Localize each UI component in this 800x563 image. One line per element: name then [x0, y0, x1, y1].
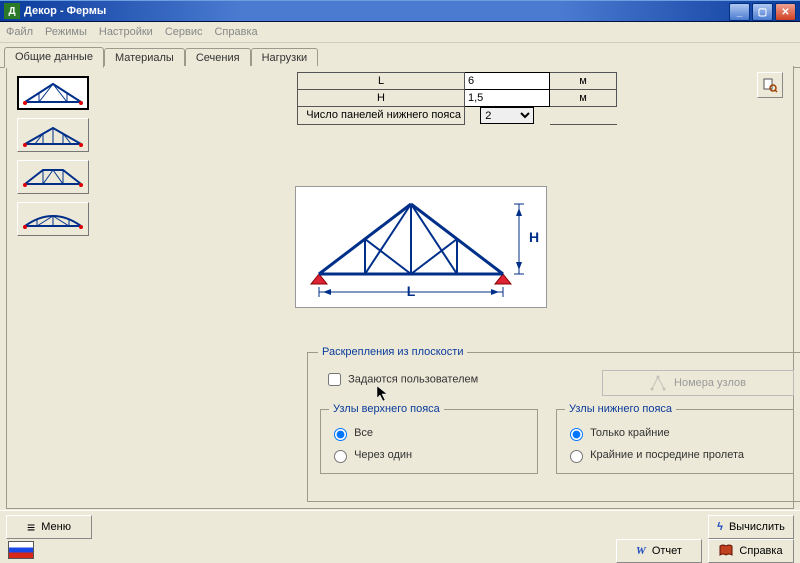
word-icon: W	[636, 545, 646, 557]
top-all-option[interactable]: Все	[329, 425, 529, 441]
truss-type-1[interactable]	[17, 76, 89, 110]
language-flag-ru[interactable]	[8, 541, 34, 559]
top-every-other-label: Через один	[354, 449, 412, 461]
top-all-label: Все	[354, 427, 373, 439]
menu-button-label: Меню	[41, 521, 71, 533]
window-title: Декор - Фермы	[24, 5, 106, 17]
param-h-unit: м	[550, 90, 617, 107]
svg-text:L: L	[407, 283, 416, 299]
help-button[interactable]: Справка	[708, 539, 794, 563]
preview-button[interactable]	[757, 72, 783, 98]
top-every-other-radio[interactable]	[334, 450, 347, 463]
param-l-label: L	[298, 73, 465, 90]
magnify-icon	[762, 77, 778, 93]
app-icon: Д	[4, 3, 20, 19]
menu-bar: Файл Режимы Настройки Сервис Справка	[0, 22, 800, 43]
top-chord-group: Узлы верхнего пояса Все Через один	[320, 403, 538, 474]
hamburger-icon: ≡	[27, 519, 35, 535]
truss-thumb-icon	[21, 80, 85, 106]
truss-thumb-icon	[21, 206, 85, 232]
truss-type-4[interactable]	[17, 202, 89, 236]
tab-materials[interactable]: Материалы	[104, 48, 185, 68]
user-defined-checkbox[interactable]	[328, 373, 341, 386]
node-numbers-label: Номера узлов	[674, 377, 746, 389]
report-button[interactable]: W Отчет	[616, 539, 702, 563]
param-l-unit: м	[550, 73, 617, 90]
book-icon	[719, 543, 733, 560]
bottom-edge-radio[interactable]	[570, 428, 583, 441]
truss-type-list	[17, 76, 92, 244]
compute-button[interactable]: ϟ Вычислить	[708, 515, 794, 539]
truss-diagram: L H	[295, 186, 547, 308]
menu-button[interactable]: ≡ Меню	[6, 515, 92, 539]
menu-settings[interactable]: Настройки	[99, 26, 153, 38]
user-defined-label: Задаются пользователем	[348, 373, 478, 385]
tab-loads[interactable]: Нагрузки	[251, 48, 319, 68]
work-area: L 6 м H 1,5 м Число панелей нижнего пояс…	[6, 66, 794, 509]
truss-thumb-icon	[21, 122, 85, 148]
bottom-edge-mid-label: Крайние и посредине пролета	[590, 449, 744, 461]
report-label: Отчет	[652, 545, 682, 557]
menu-help[interactable]: Справка	[214, 26, 257, 38]
truss-type-2[interactable]	[17, 118, 89, 152]
close-button[interactable]: ✕	[775, 3, 796, 21]
minimize-button[interactable]: _	[729, 3, 750, 21]
bracing-legend: Раскрепления из плоскости	[318, 346, 467, 358]
nodes-icon	[650, 375, 666, 391]
bracing-group: Раскрепления из плоскости Задаются польз…	[307, 346, 800, 502]
help-label: Справка	[739, 545, 782, 557]
tab-general[interactable]: Общие данные	[4, 47, 104, 68]
window-titlebar: Д Декор - Фермы _ ▢ ✕	[0, 0, 800, 22]
top-every-other-option[interactable]: Через один	[329, 447, 529, 463]
bottom-edge-label: Только крайние	[590, 427, 670, 439]
bottom-edge-option[interactable]: Только крайние	[565, 425, 785, 441]
param-h-value[interactable]: 1,5	[465, 90, 550, 107]
top-chord-legend: Узлы верхнего пояса	[329, 403, 444, 415]
maximize-button[interactable]: ▢	[752, 3, 773, 21]
param-h-label: H	[298, 90, 465, 107]
menu-file[interactable]: Файл	[6, 26, 33, 38]
node-numbers-button: Номера узлов	[602, 370, 794, 396]
param-l-value[interactable]: 6	[465, 73, 550, 90]
top-all-radio[interactable]	[334, 428, 347, 441]
param-panels-label: Число панелей нижнего пояса	[298, 107, 465, 125]
status-bar: ≡ Меню ϟ Вычислить W Отчет Справка	[0, 510, 800, 561]
menu-service[interactable]: Сервис	[165, 26, 203, 38]
tab-sections[interactable]: Сечения	[185, 48, 251, 68]
svg-text:H: H	[529, 229, 539, 245]
truss-type-3[interactable]	[17, 160, 89, 194]
compute-label: Вычислить	[729, 521, 785, 533]
bottom-edge-mid-radio[interactable]	[570, 450, 583, 463]
params-table: L 6 м H 1,5 м Число панелей нижнего пояс…	[297, 72, 617, 125]
truss-thumb-icon	[21, 164, 85, 190]
bottom-chord-legend: Узлы нижнего пояса	[565, 403, 676, 415]
param-panels-select[interactable]: 2	[480, 107, 534, 124]
lightning-icon: ϟ	[717, 521, 723, 533]
tab-strip: Общие данные Материалы Сечения Нагрузки	[0, 43, 800, 68]
menu-modes[interactable]: Режимы	[45, 26, 87, 38]
bottom-chord-group: Узлы нижнего пояса Только крайние Крайни…	[556, 403, 794, 474]
bottom-edge-mid-option[interactable]: Крайние и посредине пролета	[565, 447, 785, 463]
